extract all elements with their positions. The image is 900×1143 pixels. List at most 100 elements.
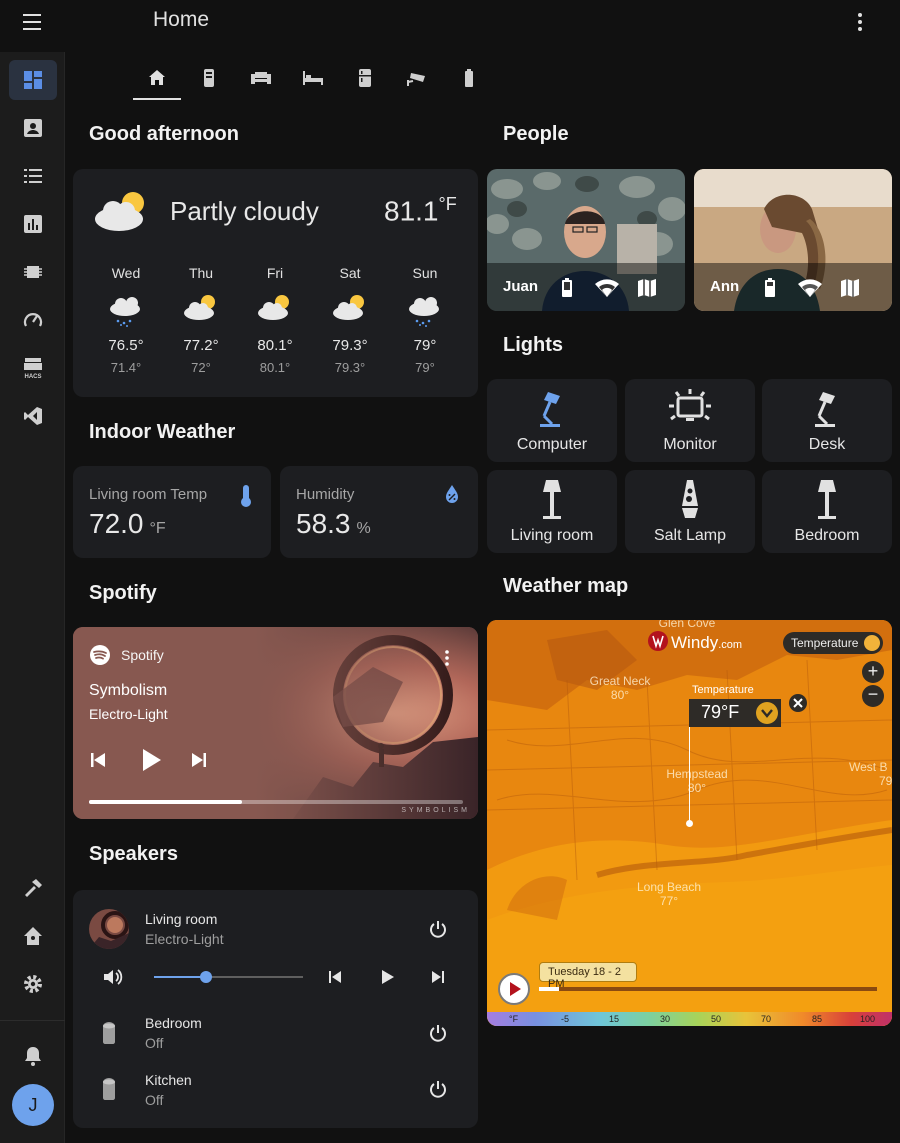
sidebar-item-home-assistant[interactable] xyxy=(9,916,57,956)
menu-icon[interactable] xyxy=(20,10,46,34)
people-heading: People xyxy=(503,123,569,145)
avatar[interactable]: J xyxy=(12,1084,54,1126)
sidebar-item-esphome[interactable] xyxy=(9,252,57,292)
album-art-caption: SYMBOLISM xyxy=(401,807,470,814)
sidebar-item-logbook[interactable] xyxy=(9,156,57,196)
sidebar-item-overview[interactable] xyxy=(9,60,57,100)
sidebar-item-settings[interactable] xyxy=(9,964,57,1004)
vscode-icon xyxy=(24,407,42,425)
place-label: Glen Cove xyxy=(658,620,716,630)
light-button-desk[interactable]: Desk xyxy=(762,379,892,462)
hammer-icon xyxy=(25,879,42,897)
battery-icon xyxy=(764,278,776,298)
light-button-computer[interactable]: Computer xyxy=(487,379,617,462)
next-track-icon[interactable] xyxy=(190,751,208,769)
person-card-ann[interactable]: Ann xyxy=(694,169,892,311)
fridge-icon xyxy=(359,69,371,87)
previous-track-icon[interactable] xyxy=(327,969,343,985)
spotify-logo-icon xyxy=(89,644,111,666)
water-percent-icon xyxy=(444,484,460,504)
power-icon[interactable] xyxy=(428,1023,448,1043)
speaker-artwork xyxy=(89,909,129,949)
tab-active-indicator xyxy=(133,98,181,100)
next-track-icon[interactable] xyxy=(430,969,446,985)
wifi-icon xyxy=(595,279,619,297)
timeline-bar[interactable] xyxy=(539,987,877,991)
volume-icon[interactable] xyxy=(102,967,124,987)
sofa-icon xyxy=(251,72,271,84)
temperature-sensor-card[interactable]: Living room Temp 72.0 °F xyxy=(73,466,271,558)
speaker-name: Kitchen xyxy=(145,1072,192,1088)
media-player-card[interactable]: Spotify Symbolism Electro-Light SYMBOLIS… xyxy=(73,627,478,819)
track-artist: Electro-Light xyxy=(89,706,168,722)
media-progress-bar[interactable] xyxy=(89,800,463,804)
tab-phone[interactable] xyxy=(185,58,233,98)
monitor-light-icon xyxy=(625,387,755,431)
person-card-juan[interactable]: Juan xyxy=(487,169,685,311)
gauge-icon xyxy=(23,313,43,327)
more-options-icon[interactable] xyxy=(443,649,451,669)
layer-selector[interactable]: Temperature xyxy=(783,632,883,654)
tab-living-room[interactable] xyxy=(237,58,285,98)
map-icon xyxy=(637,278,657,298)
chevron-down-icon[interactable] xyxy=(756,702,778,724)
light-button-bedroom[interactable]: Bedroom xyxy=(762,470,892,553)
weather-map[interactable]: Windy.com Temperature + − Glen Cove Grea… xyxy=(487,620,892,1026)
light-button-monitor[interactable]: Monitor xyxy=(625,379,755,462)
map-icon xyxy=(840,278,860,298)
play-animation-button[interactable] xyxy=(498,973,530,1005)
partly-cloudy-icon xyxy=(93,187,151,233)
power-icon[interactable] xyxy=(428,1079,448,1099)
place-label: Hempstead 80° xyxy=(666,767,728,795)
speaker-name: Bedroom xyxy=(145,1015,202,1031)
play-icon[interactable] xyxy=(379,969,395,985)
sidebar-divider xyxy=(0,1020,65,1021)
tab-batteries[interactable] xyxy=(445,58,493,98)
popup-label: Temperature xyxy=(692,684,754,696)
volume-slider-fill xyxy=(154,976,207,978)
tab-kitchen[interactable] xyxy=(341,58,389,98)
windy-brand: Windy.com xyxy=(671,633,743,652)
close-icon[interactable] xyxy=(789,694,807,712)
weather-condition: Partly cloudy xyxy=(170,196,319,226)
tab-home[interactable] xyxy=(133,58,181,100)
phone-icon xyxy=(204,69,214,87)
more-options-icon[interactable] xyxy=(848,10,872,34)
lava-lamp-icon xyxy=(625,478,755,522)
tab-bedroom[interactable] xyxy=(289,58,337,98)
popup-value: 79°F xyxy=(689,699,781,727)
spotify-heading: Spotify xyxy=(89,582,157,604)
tab-cameras[interactable] xyxy=(393,58,441,98)
home-icon xyxy=(149,70,165,85)
weather-temperature: 81.1°F xyxy=(384,194,457,227)
sidebar-item-studio-code[interactable] xyxy=(9,396,57,436)
previous-track-icon[interactable] xyxy=(89,751,107,769)
play-icon[interactable] xyxy=(139,747,163,773)
timeline-date: Tuesday 18 - 2 PM xyxy=(539,962,637,990)
sidebar-item-hacs[interactable]: HACS xyxy=(9,348,57,388)
speaker-icon xyxy=(100,1020,118,1046)
light-button-salt-lamp[interactable]: Salt Lamp xyxy=(625,470,755,553)
light-button-living-room[interactable]: Living room xyxy=(487,470,617,553)
track-title: Symbolism xyxy=(89,682,168,699)
volume-slider-handle[interactable] xyxy=(200,971,213,983)
bed-icon xyxy=(303,71,323,85)
sidebar-item-notifications[interactable] xyxy=(9,1036,57,1076)
desk-lamp-icon xyxy=(762,387,892,431)
sidebar-item-history[interactable] xyxy=(9,204,57,244)
thermometer-icon xyxy=(864,635,880,651)
weather-card[interactable]: Partly cloudy 81.1°F Wed 76.5° 71.4° Thu… xyxy=(73,169,478,397)
zoom-in-button[interactable]: + xyxy=(862,661,884,683)
power-icon[interactable] xyxy=(428,919,448,939)
sidebar-item-map[interactable] xyxy=(9,108,57,148)
contact-card-icon xyxy=(24,119,42,137)
speaker-media: Electro-Light xyxy=(145,931,224,947)
zoom-out-button[interactable]: − xyxy=(862,685,884,707)
sidebar-item-energy[interactable] xyxy=(9,300,57,340)
svg-text:HACS: HACS xyxy=(24,374,41,380)
partly-cloudy-icon xyxy=(320,287,380,331)
temperature-scale: °F -5 15 30 50 70 85 100 xyxy=(487,1012,892,1026)
humidity-sensor-card[interactable]: Humidity 58.3% xyxy=(280,466,478,558)
volume-slider[interactable] xyxy=(154,971,303,983)
sidebar-item-developer-tools[interactable] xyxy=(9,868,57,908)
